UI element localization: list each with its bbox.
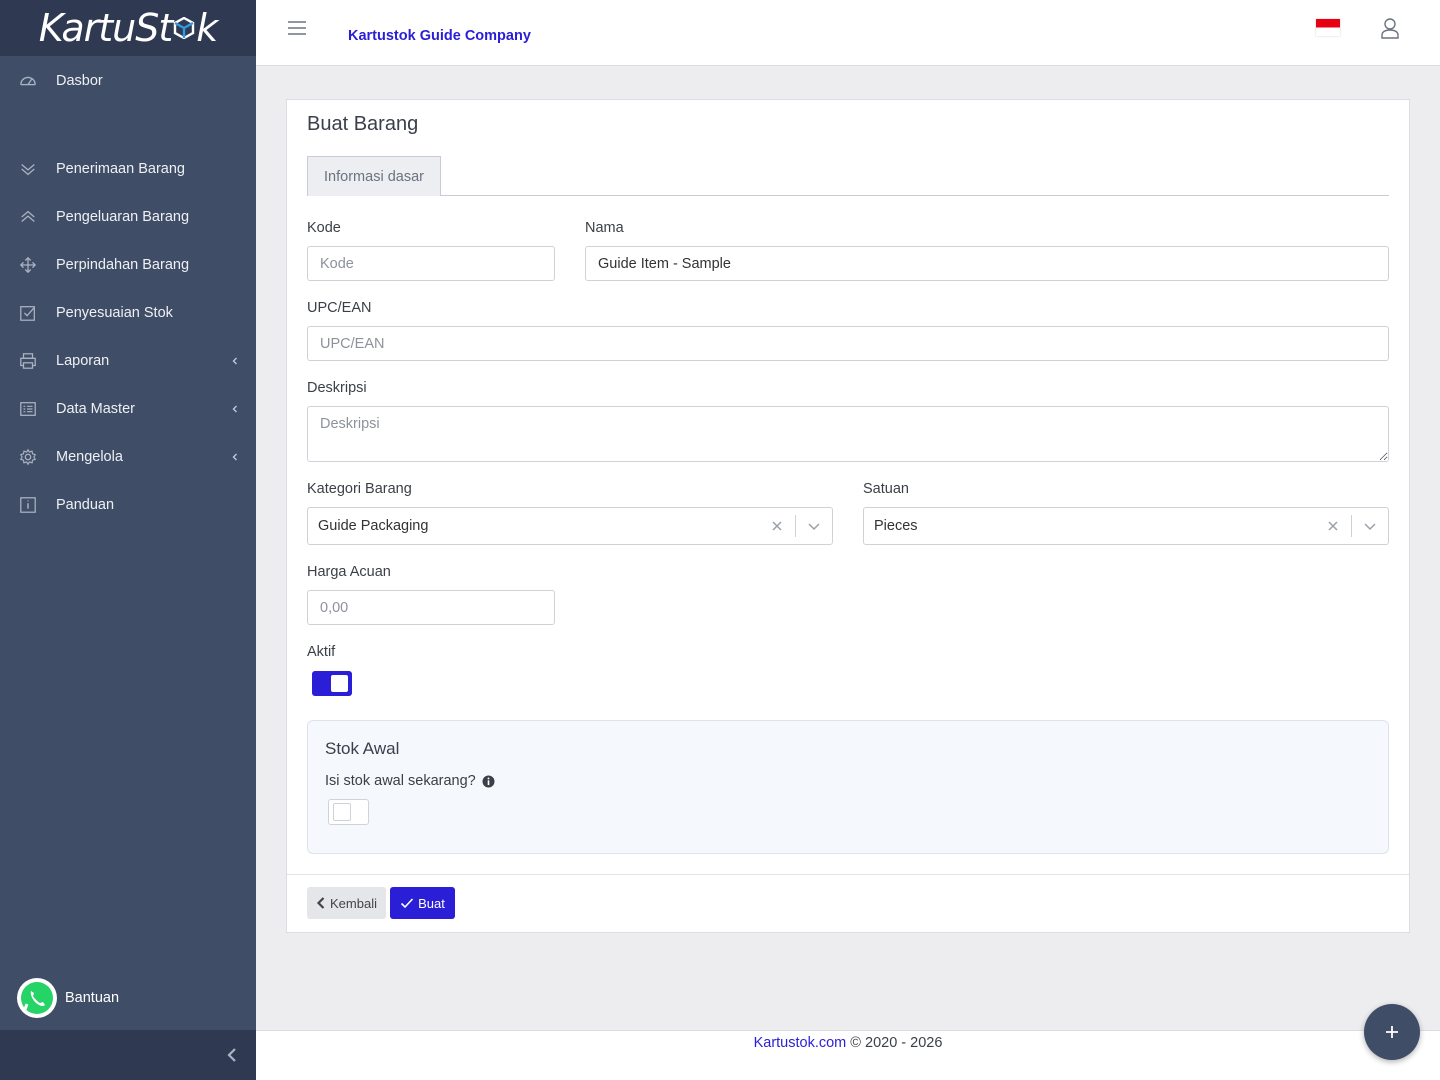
sidebar-item-label: Mengelola — [56, 449, 123, 465]
deskripsi-label: Deskripsi — [307, 380, 367, 396]
sidebar-item-penerimaan[interactable]: Penerimaan Barang — [0, 145, 256, 193]
kode-label: Kode — [307, 220, 341, 236]
help-link[interactable]: Bantuan — [16, 977, 119, 1019]
chevron-left-icon — [232, 405, 237, 413]
hamburger-menu-icon[interactable] — [286, 19, 308, 37]
user-icon[interactable] — [1380, 17, 1400, 39]
stok-awal-title: Stok Awal — [325, 739, 400, 758]
chevron-down-icon[interactable] — [807, 521, 821, 531]
gear-icon — [18, 447, 38, 467]
back-button-label: Kembali — [330, 895, 377, 911]
satuan-value: Pieces — [874, 518, 918, 534]
plus-icon — [1386, 1026, 1398, 1038]
collapse-sidebar-icon[interactable] — [224, 1046, 240, 1064]
whatsapp-icon — [17, 978, 57, 1018]
sidebar-item-pengeluaran[interactable]: Pengeluaran Barang — [0, 193, 256, 241]
tab-bar: Informasi dasar — [307, 156, 1389, 196]
sidebar-item-laporan[interactable]: Laporan — [0, 337, 256, 385]
nama-label: Nama — [585, 220, 624, 236]
sidebar-item-penyesuaian[interactable]: Penyesuaian Stok — [0, 289, 256, 337]
sidebar-item-label: Pengeluaran Barang — [56, 209, 190, 225]
sidebar-item-data-master[interactable]: Data Master — [0, 385, 256, 433]
create-button[interactable]: Buat — [390, 887, 455, 919]
sidebar-item-label: Perpindahan Barang — [56, 257, 190, 273]
info-icon — [18, 495, 38, 515]
chevron-up-icon — [18, 207, 38, 227]
move-icon — [18, 255, 38, 275]
company-name[interactable]: Kartustok Guide Company — [348, 28, 531, 44]
chevron-down-icon[interactable] — [1363, 521, 1377, 531]
stok-awal-panel: Stok Awal Isi stok awal sekarang? — [307, 720, 1389, 854]
upc-label: UPC/EAN — [307, 300, 372, 316]
create-button-label: Buat — [418, 895, 445, 911]
logo-text-left: KartuSt — [38, 6, 173, 50]
sidebar-item-dasbor[interactable]: Dasbor — [0, 57, 256, 105]
kategori-label: Kategori Barang — [307, 481, 412, 497]
sidebar: KartuSt k Dasbor Penerimaan Barang Penge… — [0, 0, 256, 1080]
logo-bar: KartuSt k — [0, 0, 256, 56]
clear-icon[interactable] — [1327, 520, 1339, 532]
satuan-label: Satuan — [863, 481, 909, 497]
topbar: Kartustok Guide Company — [256, 0, 1440, 66]
stok-awal-question-text: Isi stok awal sekarang? — [325, 773, 476, 789]
indonesia-flag-icon[interactable] — [1316, 19, 1340, 36]
page-footer: Kartustok.com © 2020 - 2026 — [256, 1030, 1440, 1080]
sidebar-item-label: Panduan — [56, 497, 115, 513]
footer-link[interactable]: Kartustok.com — [754, 1035, 847, 1051]
tab-informasi-dasar[interactable]: Informasi dasar — [307, 156, 441, 196]
list-icon — [18, 399, 38, 419]
sidebar-item-label: Dasbor — [56, 73, 103, 89]
logo[interactable]: KartuSt k — [38, 6, 219, 50]
logo-text-right: k — [196, 6, 218, 50]
sidebar-item-panduan[interactable]: Panduan — [0, 481, 256, 529]
select-separator — [1351, 515, 1352, 537]
back-button[interactable]: Kembali — [307, 887, 386, 919]
page-title: Buat Barang — [307, 113, 419, 135]
sidebar-item-label: Penyesuaian Stok — [56, 305, 173, 321]
card-footer-divider — [287, 874, 1409, 875]
dashboard-icon — [18, 71, 38, 91]
chevron-left-icon — [316, 897, 325, 909]
deskripsi-textarea[interactable] — [307, 406, 1389, 462]
stok-awal-question: Isi stok awal sekarang? — [325, 773, 495, 789]
sidebar-item-label: Data Master — [56, 401, 135, 417]
info-circle-icon[interactable] — [482, 775, 495, 788]
kategori-select[interactable]: Guide Packaging — [307, 507, 833, 545]
toggle-knob — [331, 675, 348, 692]
chevron-left-icon — [232, 357, 237, 365]
help-label: Bantuan — [65, 990, 120, 1006]
sidebar-item-label: Penerimaan Barang — [56, 161, 185, 177]
harga-input[interactable] — [307, 590, 555, 625]
clear-icon[interactable] — [771, 520, 783, 532]
upc-input[interactable] — [307, 326, 1389, 361]
footer-copyright: © 2020 - 2026 — [846, 1035, 943, 1051]
aktif-label: Aktif — [307, 644, 336, 660]
select-separator — [795, 515, 796, 537]
kode-input[interactable] — [307, 246, 555, 281]
checkbox-icon — [18, 303, 38, 323]
create-item-card: Buat Barang Informasi dasar Kode Nama UP… — [286, 99, 1410, 933]
aktif-toggle[interactable] — [312, 671, 352, 696]
stok-awal-toggle[interactable] — [328, 799, 369, 825]
harga-label: Harga Acuan — [307, 564, 391, 580]
satuan-select[interactable]: Pieces — [863, 507, 1389, 545]
sidebar-item-mengelola[interactable]: Mengelola — [0, 433, 256, 481]
cube-logo-icon — [174, 17, 195, 39]
add-fab-button[interactable] — [1364, 1004, 1420, 1060]
check-icon — [401, 898, 414, 909]
sidebar-item-label: Laporan — [56, 353, 110, 369]
nama-input[interactable] — [585, 246, 1389, 281]
chevron-down-icon — [18, 159, 38, 179]
sidebar-item-perpindahan[interactable]: Perpindahan Barang — [0, 241, 256, 289]
chevron-left-icon — [232, 453, 237, 461]
kategori-value: Guide Packaging — [318, 518, 429, 534]
toggle-knob — [333, 803, 351, 821]
sidebar-footer — [0, 1030, 256, 1080]
printer-icon — [18, 351, 38, 371]
